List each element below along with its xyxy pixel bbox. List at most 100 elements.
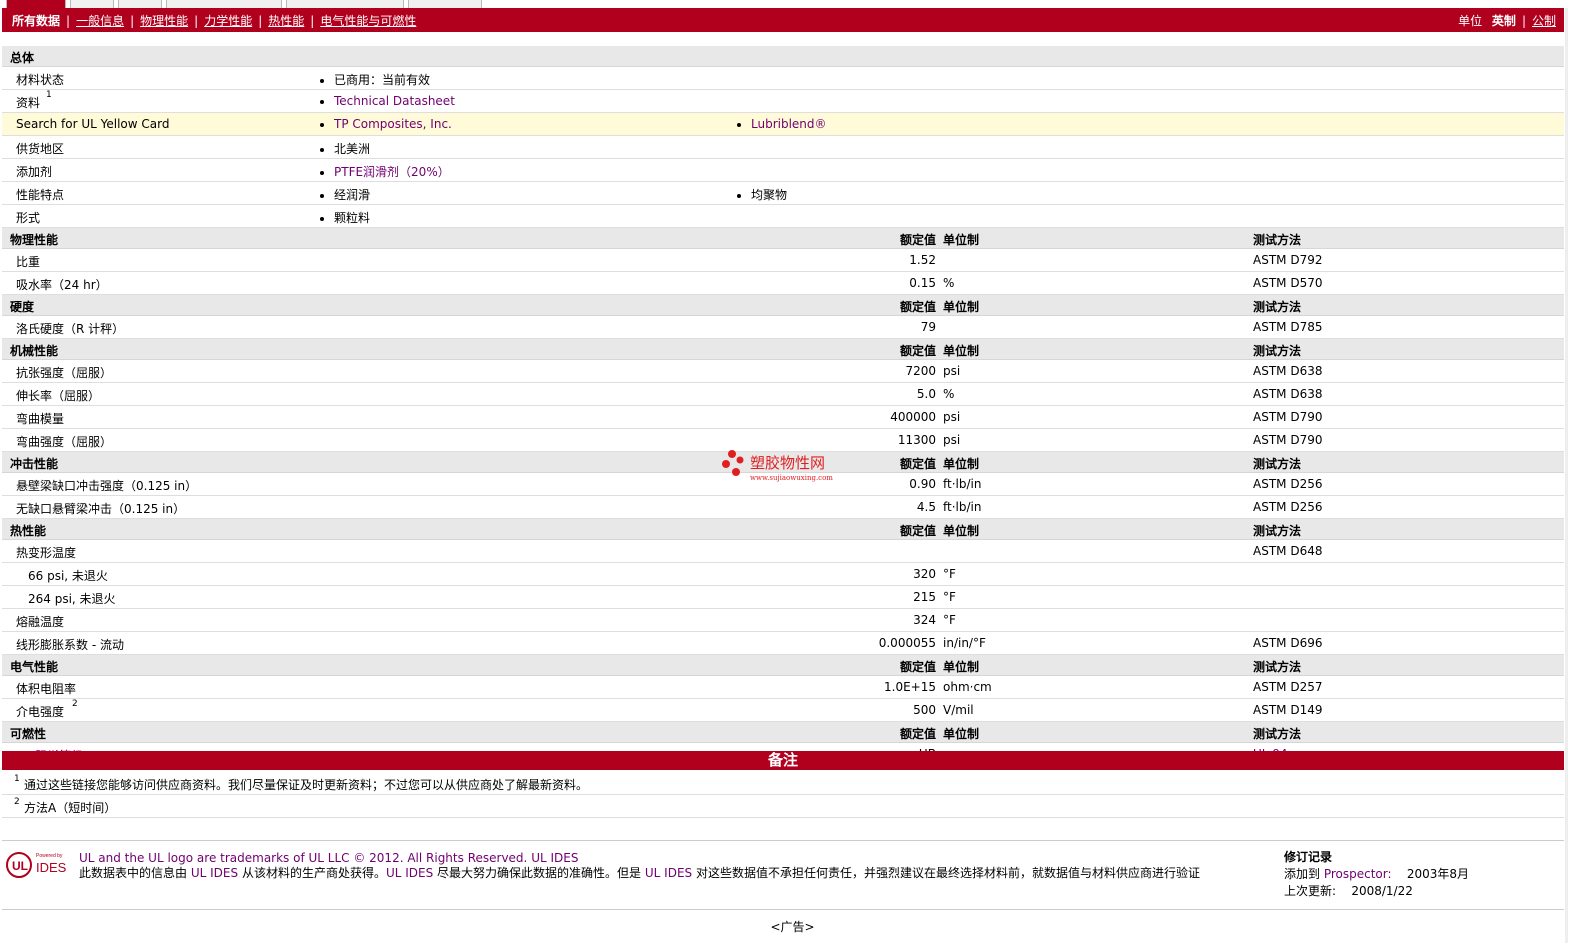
property-unit: %	[943, 276, 955, 290]
nav-links: 所有数据 | 一般信息 | 物理性能 | 力学性能 | 热性能 | 电气性能与可燃性	[12, 14, 417, 28]
general-row: 资料 1 Technical Datasheet	[2, 90, 1564, 113]
property-label: 介电强度	[16, 705, 65, 719]
section-header: 硬度 额定值 单位制 测试方法	[2, 295, 1564, 316]
test-method: ASTM D638	[1253, 364, 1323, 378]
col-header-test: 测试方法	[1253, 344, 1302, 358]
property-row: 体积电阻率 1.0E+15 ohm·cm ASTM D257	[2, 676, 1564, 699]
col-header-test: 测试方法	[1253, 233, 1302, 247]
property-label: 比重	[16, 255, 41, 269]
bullet-link[interactable]: Technical Datasheet	[334, 94, 455, 108]
row-label: 形式	[16, 211, 41, 225]
watermark-logo-icon: 塑胶物性网 www.sujiaowuxing.com	[722, 450, 833, 482]
unit-metric[interactable]: 公制	[1532, 14, 1556, 28]
scrollbar[interactable]	[1565, 8, 1568, 943]
property-label: 热变形温度	[16, 546, 77, 560]
section-header: 电气性能 额定值 单位制 测试方法	[2, 655, 1564, 676]
nav-mechanical[interactable]: 力学性能	[204, 14, 252, 28]
nav-general-info[interactable]: 一般信息	[76, 14, 124, 28]
section-title: 电气性能	[10, 660, 59, 674]
watermark: 塑胶物性网 www.sujiaowuxing.com	[720, 450, 850, 487]
section-header: 机械性能 额定值 单位制 测试方法	[2, 339, 1564, 360]
bullet-text: 北美洲	[334, 142, 371, 156]
trademark-text: UL and the UL logo are trademarks of UL …	[79, 851, 528, 865]
nav-electrical[interactable]: 电气性能与可燃性	[320, 14, 416, 28]
test-method: ASTM D792	[1253, 253, 1323, 267]
bullet-icon	[737, 122, 741, 127]
nav-thermal[interactable]: 热性能	[268, 14, 304, 28]
test-method: ASTM D570	[1253, 276, 1323, 290]
section-title: 硬度	[10, 300, 35, 314]
bullet-item: Lubriblend®	[737, 117, 827, 131]
watermark-url: www.sujiaowuxing.com	[750, 474, 833, 482]
bullet-link[interactable]: Lubriblend®	[751, 117, 827, 131]
bullet-item: 已商用：当前有效	[320, 71, 430, 88]
section-header: 热性能 额定值 单位制 测试方法	[2, 519, 1564, 540]
disclaimer-text: 尽最大努力确保此数据的准确性。但是	[437, 866, 642, 880]
col-header-value: 额定值	[899, 300, 936, 314]
property-value: 79	[920, 320, 936, 334]
nav-all-data[interactable]: 所有数据	[12, 14, 60, 28]
property-value: 5.0	[916, 387, 936, 401]
footnote-ref[interactable]: 2	[72, 699, 78, 709]
nav-physical[interactable]: 物理性能	[140, 14, 188, 28]
disclaimer-text: 从该材料的生产商处获得。	[241, 866, 386, 880]
ul-ides-link[interactable]: UL IDES	[191, 866, 238, 880]
updated-label: 上次更新:	[1284, 884, 1337, 898]
added-row: 添加到 Prospector: 2003年8月	[1284, 866, 1469, 883]
bullet-link[interactable]: TP Composites, Inc.	[334, 117, 452, 131]
col-header-unit: 单位制	[943, 300, 980, 314]
bullet-icon	[320, 122, 324, 127]
revision-history: 修订记录 添加到 Prospector: 2003年8月 上次更新: 2008/…	[1284, 849, 1469, 900]
property-value: 0.90	[909, 477, 936, 491]
section-title: 机械性能	[10, 344, 59, 358]
logo-powered-text: Powered by	[36, 853, 63, 859]
ul-ides-link[interactable]: UL IDES	[531, 851, 578, 865]
unit-switch: 单位 英制 | 公制	[1458, 14, 1556, 28]
ul-ides-link[interactable]: UL IDES	[386, 866, 433, 880]
footer-line-2: 此数据表中的信息由 UL IDES 从该材料的生产商处获得。UL IDES 尽最…	[79, 866, 1200, 881]
bullet-text: 已商用：当前有效	[334, 73, 431, 87]
row-label: 资料	[16, 96, 41, 110]
property-row: 264 psi, 未退火 215 °F	[2, 586, 1564, 609]
bullet-item: TP Composites, Inc.	[320, 117, 452, 131]
test-method: ASTM D696	[1253, 636, 1323, 650]
property-label: 无缺口悬臂梁冲击（0.125 in）	[16, 502, 186, 516]
bullet-icon	[320, 147, 324, 152]
general-row: 形式 颗粒料	[2, 205, 1564, 228]
property-unit: V/mil	[943, 703, 974, 717]
general-row: 供货地区 北美洲	[2, 136, 1564, 159]
property-value: 324	[913, 613, 936, 627]
property-label: 弯曲强度（屈服）	[16, 435, 113, 449]
general-row: 性能特点 经润滑 均聚物	[2, 182, 1564, 205]
property-label: 伸长率（屈服）	[16, 389, 101, 403]
general-row: 材料状态 已商用：当前有效	[2, 67, 1564, 90]
footnote-ref[interactable]: 1	[46, 90, 52, 100]
footer: UL Powered by IDES UL and the UL logo ar…	[2, 840, 1564, 910]
col-header-value: 额定值	[899, 344, 936, 358]
col-header-unit: 单位制	[943, 457, 980, 471]
col-header-unit: 单位制	[943, 660, 980, 674]
property-row: 伸长率（屈服） 5.0% ASTM D638	[2, 383, 1564, 406]
bullet-item: 颗粒料	[320, 209, 370, 226]
section-title: 可燃性	[10, 727, 47, 741]
property-label: 熔融温度	[16, 615, 65, 629]
col-header-unit: 单位制	[943, 344, 980, 358]
bullet-item: 北美洲	[320, 140, 370, 157]
section-title: 物理性能	[10, 233, 59, 247]
property-value: 1.52	[909, 253, 936, 267]
bullet-item: Technical Datasheet	[320, 94, 455, 108]
remark-text: 通过这些链接您能够访问供应商资料。我们尽量保证及时更新资料；不过您可以从供应商处…	[24, 778, 589, 792]
property-unit: psi	[943, 364, 961, 378]
property-row: 无缺口悬臂梁冲击（0.125 in） 4.5 ft·lb/in ASTM D256	[2, 496, 1564, 519]
bullet-item: PTFE润滑剂（20%）	[320, 163, 450, 180]
row-label: Search for UL Yellow Card	[16, 117, 170, 131]
ul-ides-link[interactable]: UL IDES	[645, 866, 692, 880]
row-label: 供货地区	[16, 142, 65, 156]
property-unit: °F	[943, 567, 956, 581]
remarks-header: 备注	[2, 751, 1564, 770]
property-label: 体积电阻率	[16, 682, 77, 696]
unit-imperial[interactable]: 英制	[1492, 14, 1516, 28]
added-date: 2003年8月	[1406, 867, 1469, 881]
added-label: 添加到	[1284, 867, 1321, 881]
section-title: 总体	[10, 51, 35, 65]
